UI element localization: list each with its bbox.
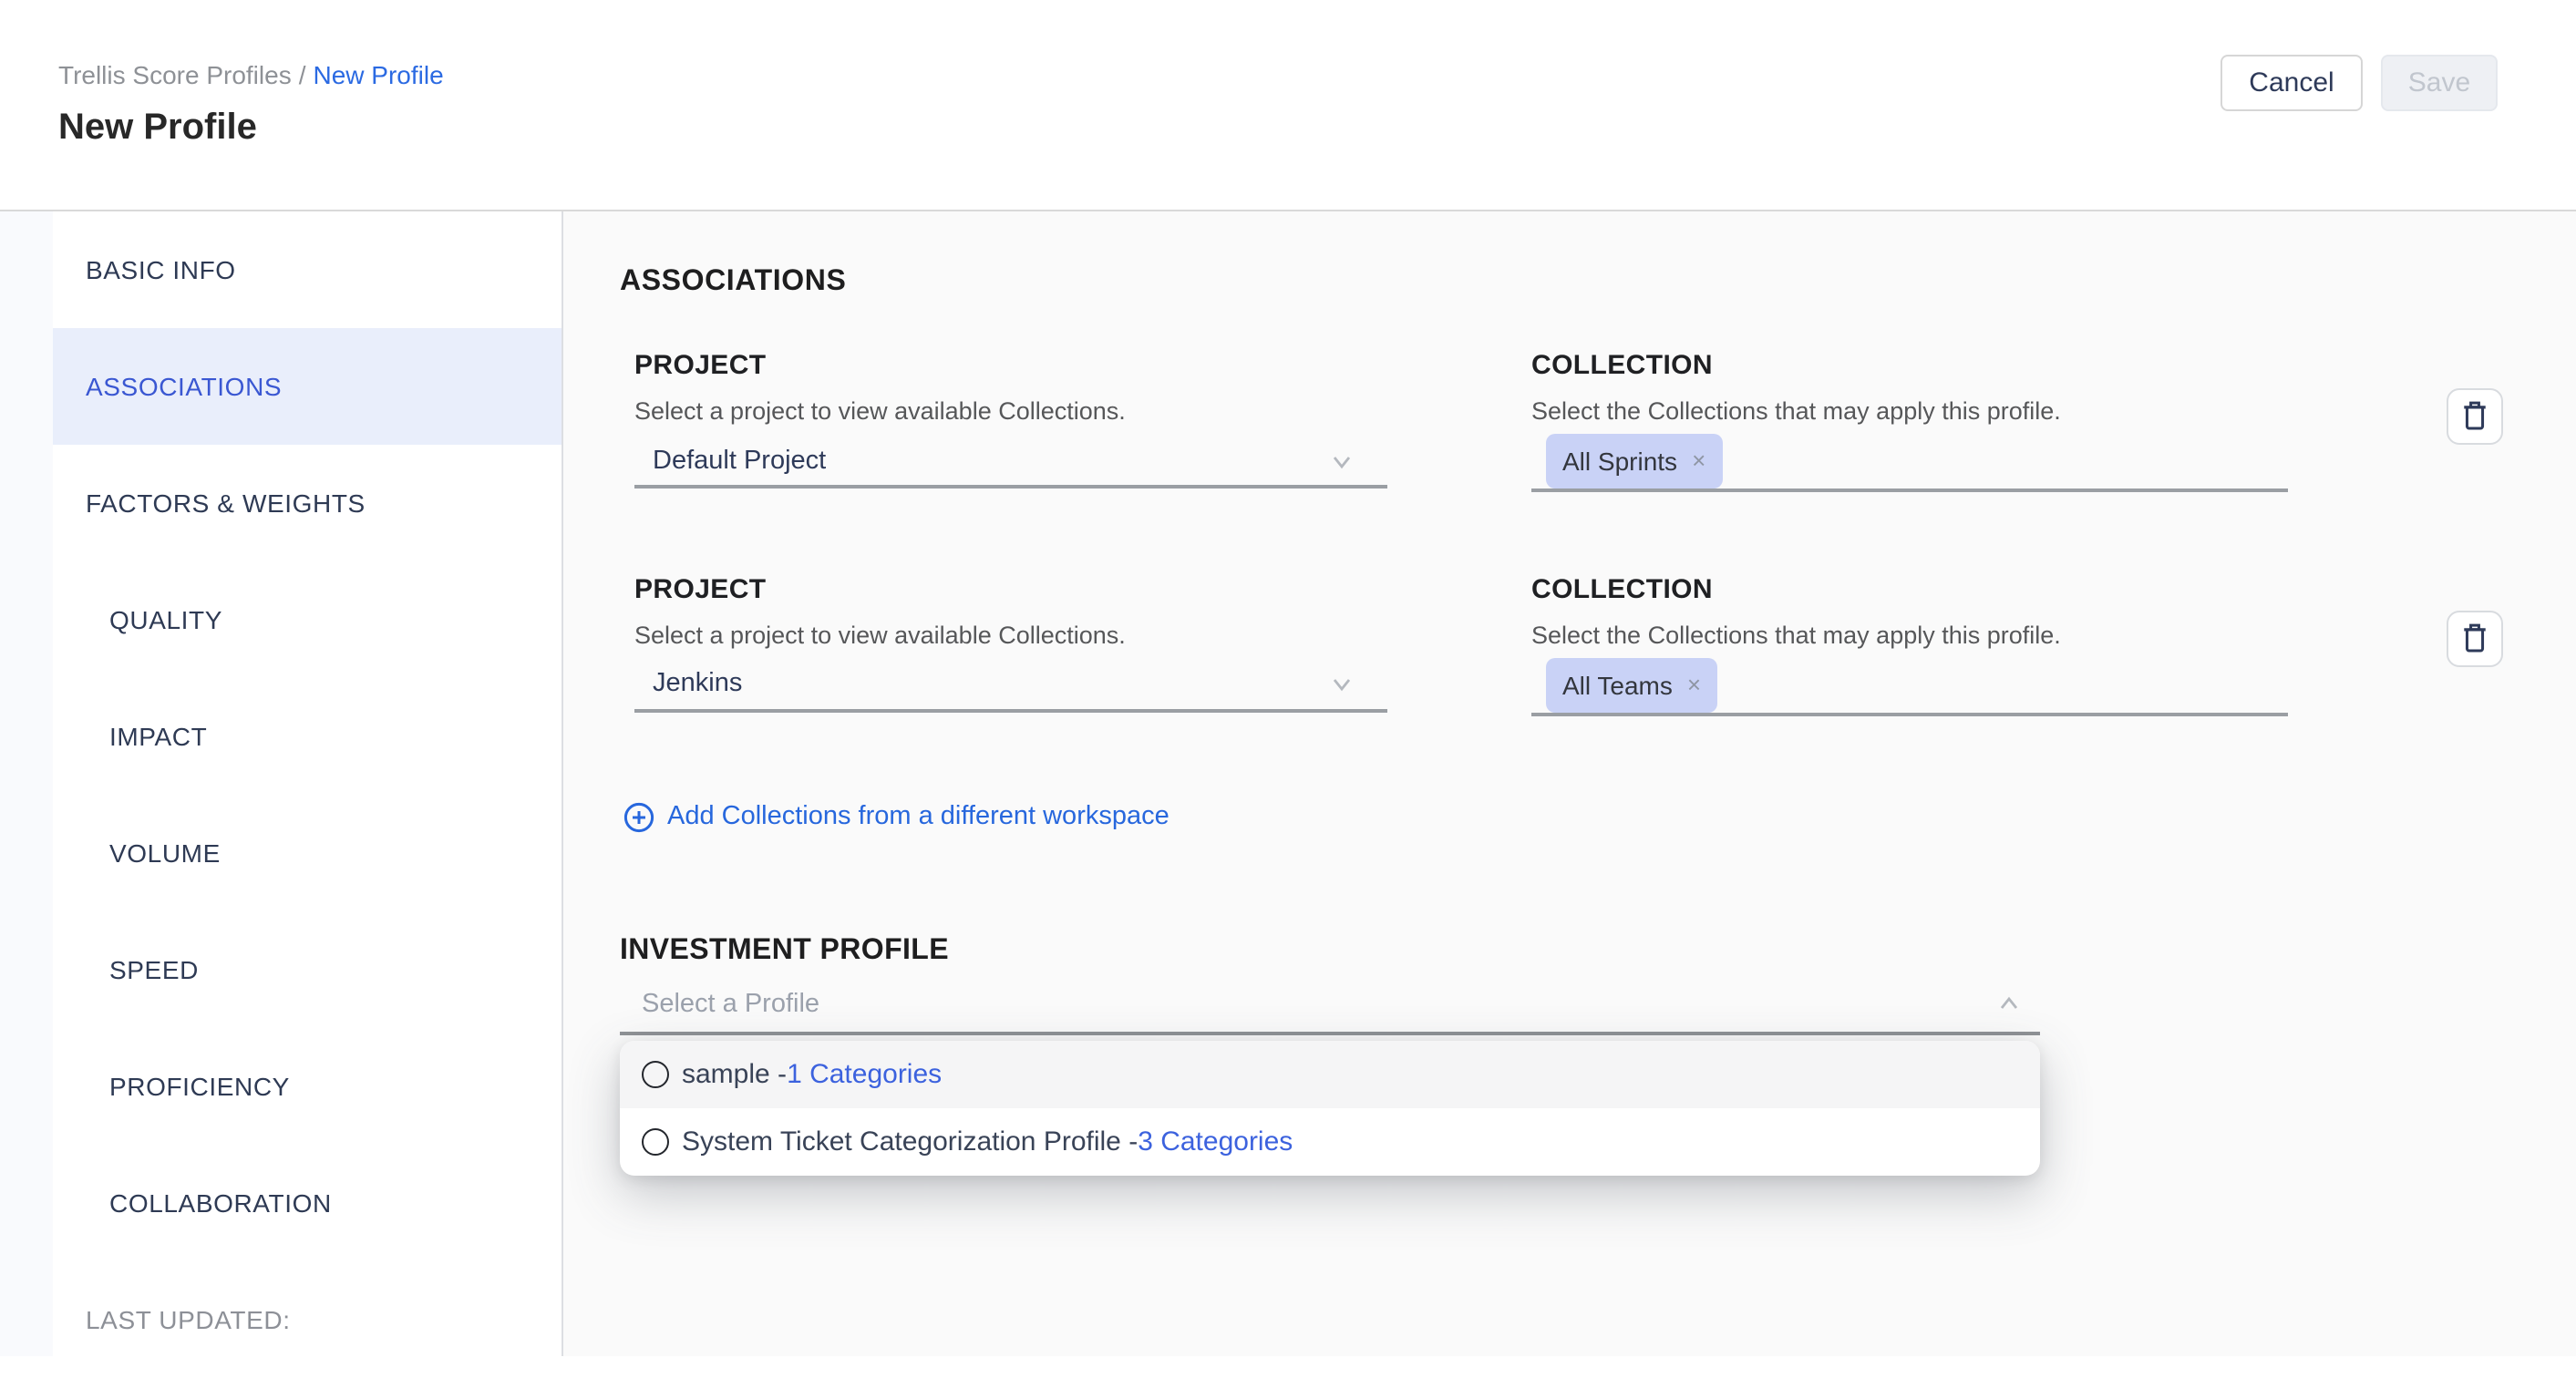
chevron-up-icon[interactable] [1996,992,2022,1017]
project-select-value-2[interactable]: Jenkins [653,665,742,702]
sidebar-item-impact[interactable]: IMPACT [53,678,562,795]
plus-circle-icon [623,801,654,832]
investment-profile-label: INVESTMENT PROFILE [620,933,949,970]
left-gutter [0,211,53,1356]
collection-chip[interactable]: All Sprints × [1546,434,1722,488]
sidebar-item-volume[interactable]: VOLUME [53,795,562,911]
collection-label-2: COLLECTION [1531,572,1713,609]
content-area: ASSOCIATIONS PROJECT Select a project to… [563,211,2576,1356]
profile-option-system-ticket[interactable]: System Ticket Categorization Profile -3 … [620,1108,2040,1176]
collection-input-underline [1531,488,2288,492]
sidebar-last-updated: LAST UPDATED: [53,1261,562,1378]
breadcrumb: Trellis Score Profiles/ New Profile [58,57,444,93]
save-button[interactable]: Save [2381,55,2498,111]
project-label: PROJECT [634,348,767,385]
sidebar-item-basic-info[interactable]: BASIC INFO [53,211,562,328]
profile-dropdown: sample -1 Categories System Ticket Categ… [620,1041,2040,1176]
body: BASIC INFO ASSOCIATIONS FACTORS & WEIGHT… [0,211,2576,1356]
delete-association-button-2[interactable] [2447,611,2503,667]
chip-remove-icon[interactable]: × [1687,658,1701,713]
collection-helper: Select the Collections that may apply th… [1531,394,2061,430]
associations-section-title: ASSOCIATIONS [620,264,846,301]
investment-input-underline [620,1032,2040,1035]
project-helper-2: Select a project to view available Colle… [634,618,1126,654]
sidebar-nav: BASIC INFO ASSOCIATIONS FACTORS & WEIGHT… [53,211,563,1356]
project-select-underline [634,485,1387,488]
add-collections-link[interactable]: Add Collections from a different workspa… [623,798,1170,835]
sidebar-item-associations[interactable]: ASSOCIATIONS [53,328,562,445]
profile-option-name: System Ticket Categorization Profile - [682,1126,1138,1157]
header-actions: Cancel Save [2221,55,2498,111]
page-title: New Profile [58,104,257,151]
profile-option-sample[interactable]: sample -1 Categories [620,1041,2040,1108]
project-helper: Select a project to view available Colle… [634,394,1126,430]
project-select-value[interactable]: Default Project [653,443,826,479]
radio-icon[interactable] [642,1128,669,1156]
delete-association-button[interactable] [2447,388,2503,445]
sidebar-item-factors-weights[interactable]: FACTORS & WEIGHTS [53,445,562,561]
trash-icon [2458,622,2492,656]
chip-remove-icon[interactable]: × [1692,434,1705,488]
sidebar-item-proficiency[interactable]: PROFICIENCY [53,1028,562,1145]
profile-option-categories-link[interactable]: 3 Categories [1138,1126,1293,1157]
breadcrumb-current[interactable]: New Profile [314,60,444,89]
profile-option-categories-link[interactable]: 1 Categories [787,1059,942,1090]
add-collections-link-label: Add Collections from a different workspa… [667,798,1170,835]
page-header: Trellis Score Profiles/ New Profile New P… [0,0,2576,211]
profile-option-name: sample - [682,1059,787,1090]
breadcrumb-separator: / [299,60,306,89]
collection-label: COLLECTION [1531,348,1713,385]
page: Trellis Score Profiles/ New Profile New P… [0,0,2576,1356]
investment-profile-select[interactable]: Select a Profile [642,986,819,1023]
collection-chip-label: All Teams [1562,658,1673,713]
project-label-2: PROJECT [634,572,767,609]
project-select-underline-2 [634,709,1387,713]
trash-icon [2458,399,2492,434]
radio-icon[interactable] [642,1061,669,1088]
chevron-down-icon[interactable] [1329,448,1355,474]
collection-helper-2: Select the Collections that may apply th… [1531,618,2061,654]
collection-chip-2[interactable]: All Teams × [1546,658,1717,713]
chevron-down-icon[interactable] [1329,671,1355,696]
collection-chip-label: All Sprints [1562,434,1677,488]
breadcrumb-parent[interactable]: Trellis Score Profiles [58,60,292,89]
cancel-button[interactable]: Cancel [2221,55,2363,111]
sidebar-item-quality[interactable]: QUALITY [53,561,562,678]
collection-input-underline-2 [1531,713,2288,716]
sidebar-item-collaboration[interactable]: COLLABORATION [53,1145,562,1261]
sidebar-item-speed[interactable]: SPEED [53,911,562,1028]
